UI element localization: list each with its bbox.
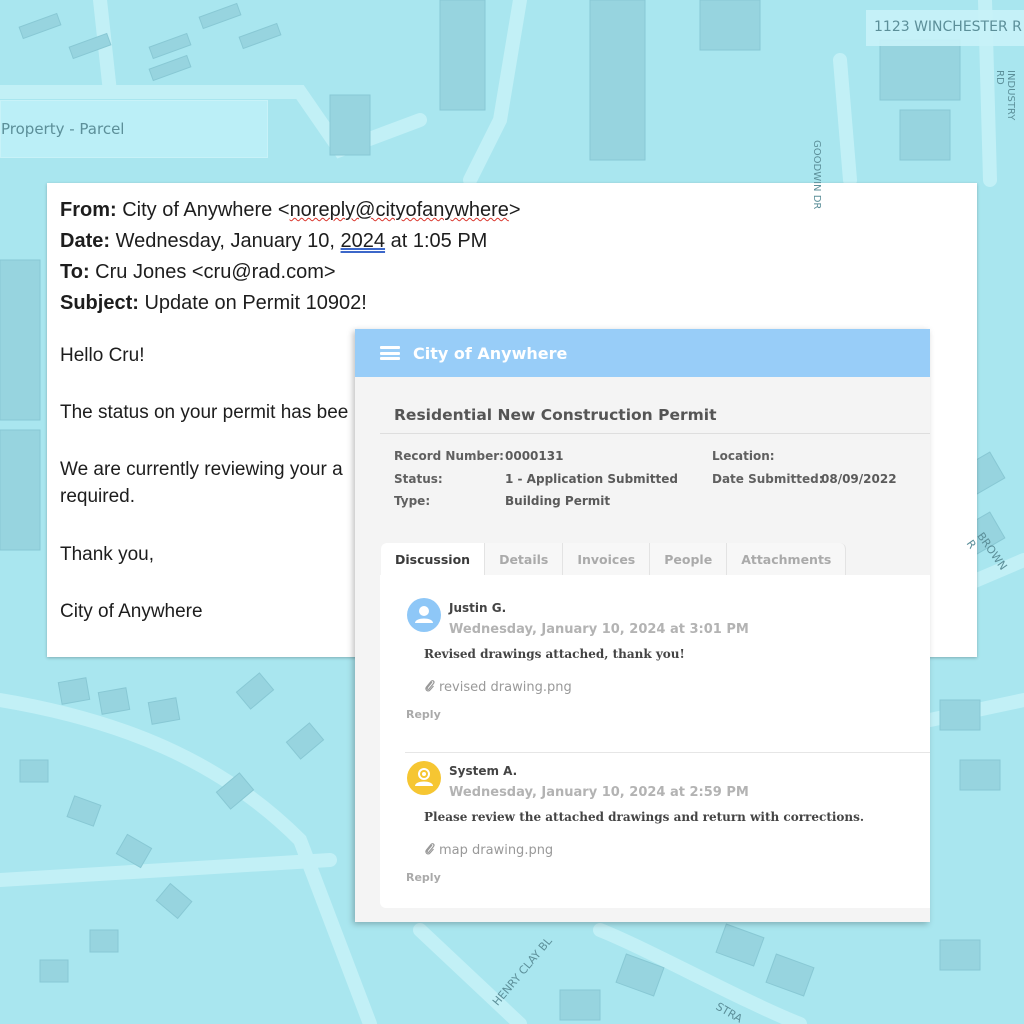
email-subject: Subject: Update on Permit 10902! (60, 288, 367, 319)
reply-button[interactable]: Reply (406, 871, 441, 884)
email-body-line: required. (60, 486, 135, 507)
attachment-link[interactable]: map drawing.png (424, 842, 553, 858)
avatar (407, 598, 441, 632)
status-label: Status: (394, 472, 443, 486)
from-address[interactable]: noreply@cityofanywhere (290, 199, 509, 221)
email-from: From: City of Anywhere <noreply@cityofan… (60, 199, 521, 221)
attachment-filename: map drawing.png (439, 843, 554, 858)
avatar (407, 761, 441, 795)
portal-header: City of Anywhere (355, 329, 930, 377)
comment-author: System A. (449, 764, 518, 778)
from-name: City of Anywhere (122, 199, 273, 221)
attachment-filename: revised drawing.png (439, 680, 572, 695)
discussion-panel: Justin G. Wednesday, January 10, 2024 at… (380, 575, 930, 908)
to-label: To: (60, 261, 90, 283)
tab-invoices[interactable]: Invoices (563, 543, 651, 575)
email-signature: City of Anywhere (60, 601, 203, 622)
attachment-link[interactable]: revised drawing.png (424, 679, 572, 695)
divider (405, 752, 930, 753)
user-icon (415, 606, 433, 623)
tab-details[interactable]: Details (485, 543, 564, 575)
tab-discussion[interactable]: Discussion (381, 543, 486, 575)
to-value[interactable]: Cru Jones <cru@rad.com> (95, 261, 335, 283)
app-title[interactable]: City of Anywhere (413, 344, 567, 363)
map-layer-label: Property - Parcel (0, 100, 268, 158)
street-label: INDUSTRY RD (994, 70, 1016, 121)
status-value: 1 - Application Submitted (505, 472, 678, 486)
tab-attachments[interactable]: Attachments (727, 543, 847, 575)
email-date: Date: Wednesday, January 10, 2024 at 1:0… (60, 226, 487, 257)
comment-date: Wednesday, January 10, 2024 at 3:01 PM (449, 622, 749, 637)
comment-message: Revised drawings attached, thank you! (424, 647, 685, 661)
location-label: Location: (712, 449, 775, 463)
date-submitted-label: Date Submitted: (712, 472, 824, 486)
comment-item: Justin G. Wednesday, January 10, 2024 at… (380, 598, 930, 753)
date-year: 2024 (340, 230, 386, 252)
record-number-label: Record Number: (394, 449, 504, 463)
date-submitted-value: 08/09/2022 (821, 472, 897, 486)
permit-title: Residential New Construction Permit (394, 406, 717, 424)
hamburger-menu-icon[interactable] (380, 346, 400, 360)
email-body-line: The status on your permit has bee (60, 402, 349, 423)
email-body-line: We are currently reviewing your a (60, 459, 343, 480)
date-label: Date: (60, 230, 111, 252)
paperclip-icon (425, 680, 435, 692)
type-value: Building Permit (505, 494, 611, 508)
type-label: Type: (394, 494, 431, 508)
paperclip-icon (425, 843, 435, 855)
reply-button[interactable]: Reply (406, 708, 441, 721)
email-to: To: Cru Jones <cru@rad.com> (60, 257, 336, 288)
comment-date: Wednesday, January 10, 2024 at 2:59 PM (449, 785, 749, 800)
map-address-label: 1123 WINCHESTER R (866, 10, 1024, 46)
comment-message: Please review the attached drawings and … (424, 810, 865, 824)
comment-author: Justin G. (449, 601, 507, 615)
from-label: From: (60, 199, 117, 221)
record-number-value: 0000131 (505, 449, 564, 463)
system-user-icon (415, 768, 433, 786)
subject-value: Update on Permit 10902! (144, 292, 367, 314)
subject-label: Subject: (60, 292, 139, 314)
divider (380, 433, 930, 434)
record-tabs: Discussion Details Invoices People Attac… (381, 543, 847, 575)
email-signoff: Thank you, (60, 544, 154, 565)
date-suffix: at 1:05 PM (390, 230, 488, 252)
email-greeting: Hello Cru! (60, 345, 145, 366)
street-label: GOODWIN DR (811, 140, 822, 210)
date-prefix: Wednesday, January 10, (115, 230, 335, 252)
comment-item: System A. Wednesday, January 10, 2024 at… (380, 761, 930, 911)
permit-portal-window: City of Anywhere Residential New Constru… (355, 329, 930, 922)
tab-people[interactable]: People (650, 543, 728, 575)
